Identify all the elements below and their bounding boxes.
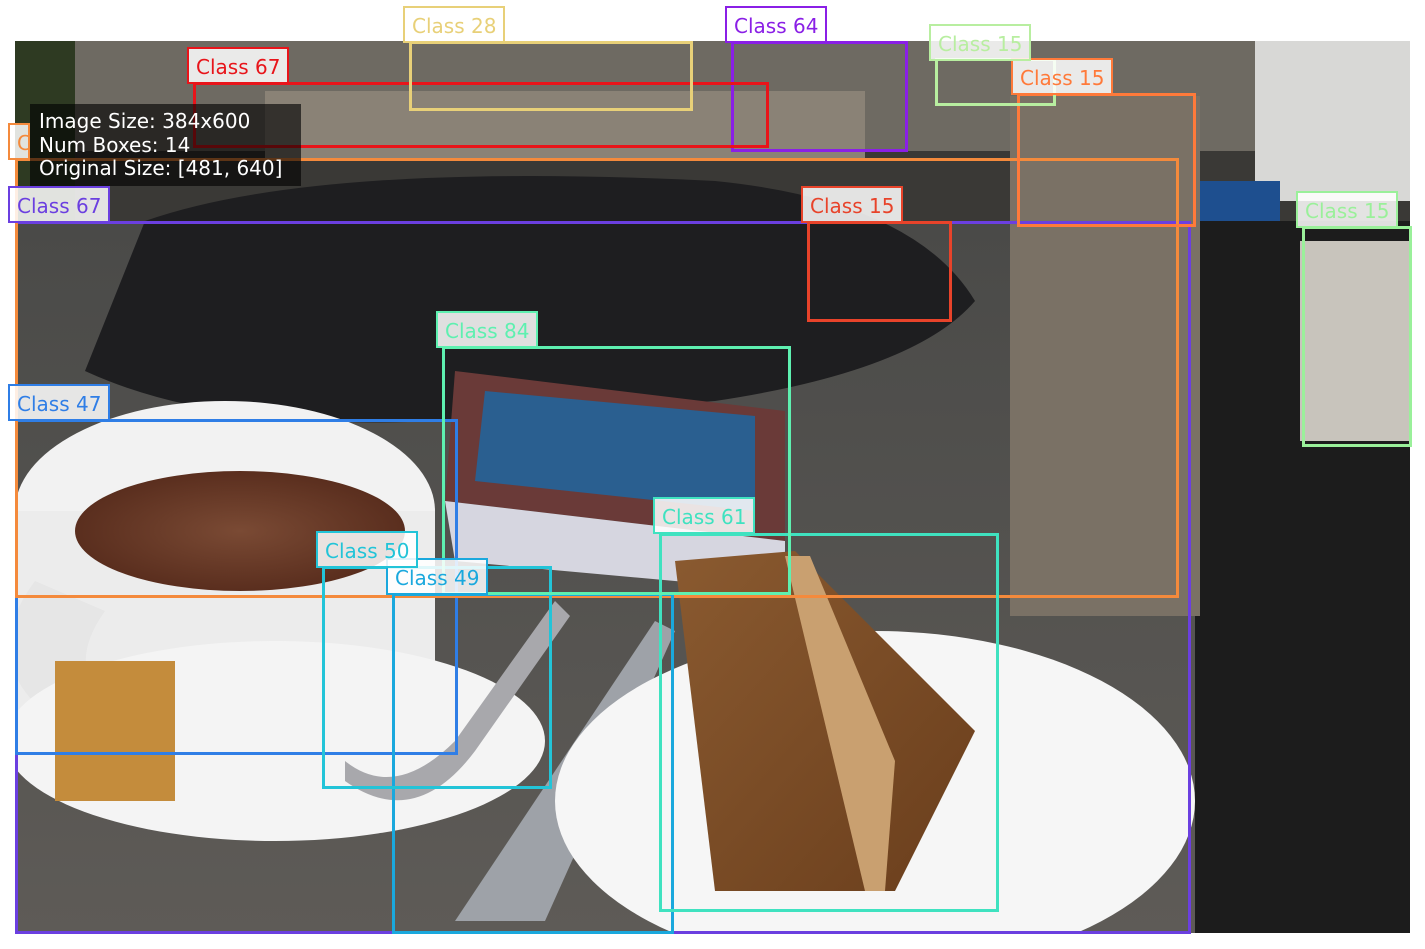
info-panel: Image Size: 384x600 Num Boxes: 14 Origin… <box>30 104 301 186</box>
detection-box <box>442 346 791 595</box>
detection-label: Class 15 <box>1296 191 1399 228</box>
detection-label: Class 61 <box>653 497 756 534</box>
detection-box <box>807 221 952 322</box>
detection-label: Class 84 <box>436 311 539 348</box>
detection-label: Class 15 <box>929 24 1032 61</box>
detection-label: Class 28 <box>403 6 506 43</box>
original-size-text: Original Size: [481, 640] <box>39 156 283 180</box>
detection-box <box>1302 226 1412 447</box>
detection-label: Class 67 <box>187 47 290 84</box>
detection-label: Class 64 <box>725 6 828 43</box>
num-boxes-text: Num Boxes: 14 <box>39 132 191 157</box>
detection-box <box>409 41 693 111</box>
detection-label: Class 15 <box>1011 58 1114 95</box>
detection-label: Class 15 <box>801 186 904 223</box>
detection-label: Class 50 <box>316 531 419 568</box>
detection-box <box>322 566 552 789</box>
detection-box <box>1017 93 1196 227</box>
detection-label: Class 15 <box>8 123 30 160</box>
detection-label: Class 67 <box>8 186 111 223</box>
detection-label: Class 47 <box>8 384 111 421</box>
image-size-text: Image Size: 384x600 <box>39 109 251 133</box>
